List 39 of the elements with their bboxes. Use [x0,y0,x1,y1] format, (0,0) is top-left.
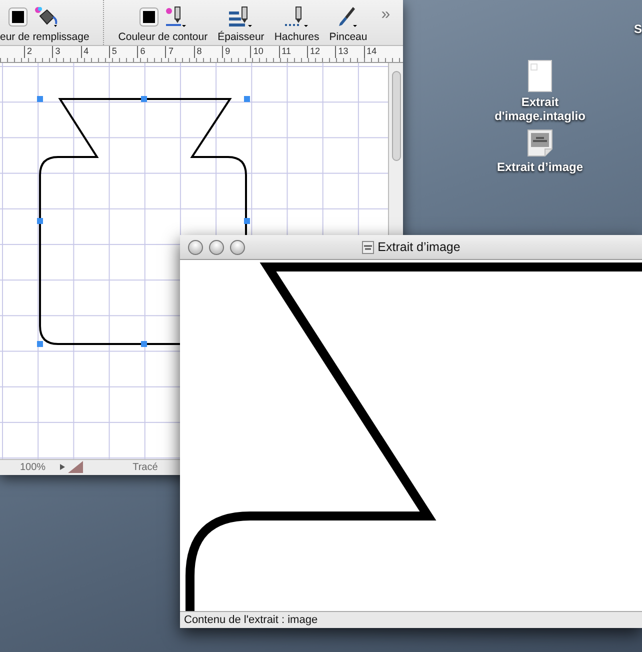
window-control-button[interactable] [188,240,203,255]
desktop-edge-text: S [634,22,642,36]
ruler-number: 10 [250,46,279,58]
ruler-number: 3 [52,46,81,58]
mode-label: Tracé [132,462,158,473]
ruler-number: 9 [222,46,250,58]
ruler-number: 12 [306,46,336,58]
ruler-number: 5 [108,46,138,58]
ruler-number: 14 [364,46,392,58]
paint-bucket-icon[interactable] [34,6,60,28]
ruler-number: 4 [80,46,109,58]
color-swatch-icon[interactable] [138,7,159,27]
toolbar-button-label[interactable]: Couleur de contour [118,31,208,43]
ruler-number: 11 [278,46,307,58]
ruler-number: 6 [137,46,166,58]
window-control-button[interactable] [209,240,224,255]
clipping-file-icon [362,240,374,254]
picture-clipping-icon[interactable] [527,129,553,157]
desktop-icon-label[interactable]: Extrait d’image [485,160,595,174]
desktop-icon-label[interactable]: Extrait d'image.intaglio [485,95,595,123]
toolbar-button-label[interactable]: Épaisseur [218,31,264,43]
window-title: Extrait d’image [378,240,460,254]
toolbar-button-label[interactable]: eur de remplissage [0,31,90,43]
ruler-number: 7 [165,46,194,58]
window-control-button[interactable] [230,240,245,255]
zoom-level[interactable]: 100% [20,462,46,473]
pen-color-icon[interactable] [164,6,187,28]
toolbar-overflow-button[interactable]: » [381,0,390,24]
dropdown-arrow-icon[interactable] [60,464,65,470]
line-weight-icon[interactable] [228,6,254,28]
color-swatch-icon[interactable] [8,7,28,27]
dash-pattern-icon[interactable] [284,6,310,28]
toolbar-button-label[interactable]: Hachures [274,31,320,43]
status-text: Contenu de l'extrait : image [184,614,318,626]
toolbar-button-label[interactable]: Pinceau [329,31,368,43]
ruler-number: 8 [194,46,222,58]
ruler-number: 13 [335,46,364,58]
ruler-number: 2 [24,46,52,58]
paintbrush-icon[interactable] [337,6,360,28]
